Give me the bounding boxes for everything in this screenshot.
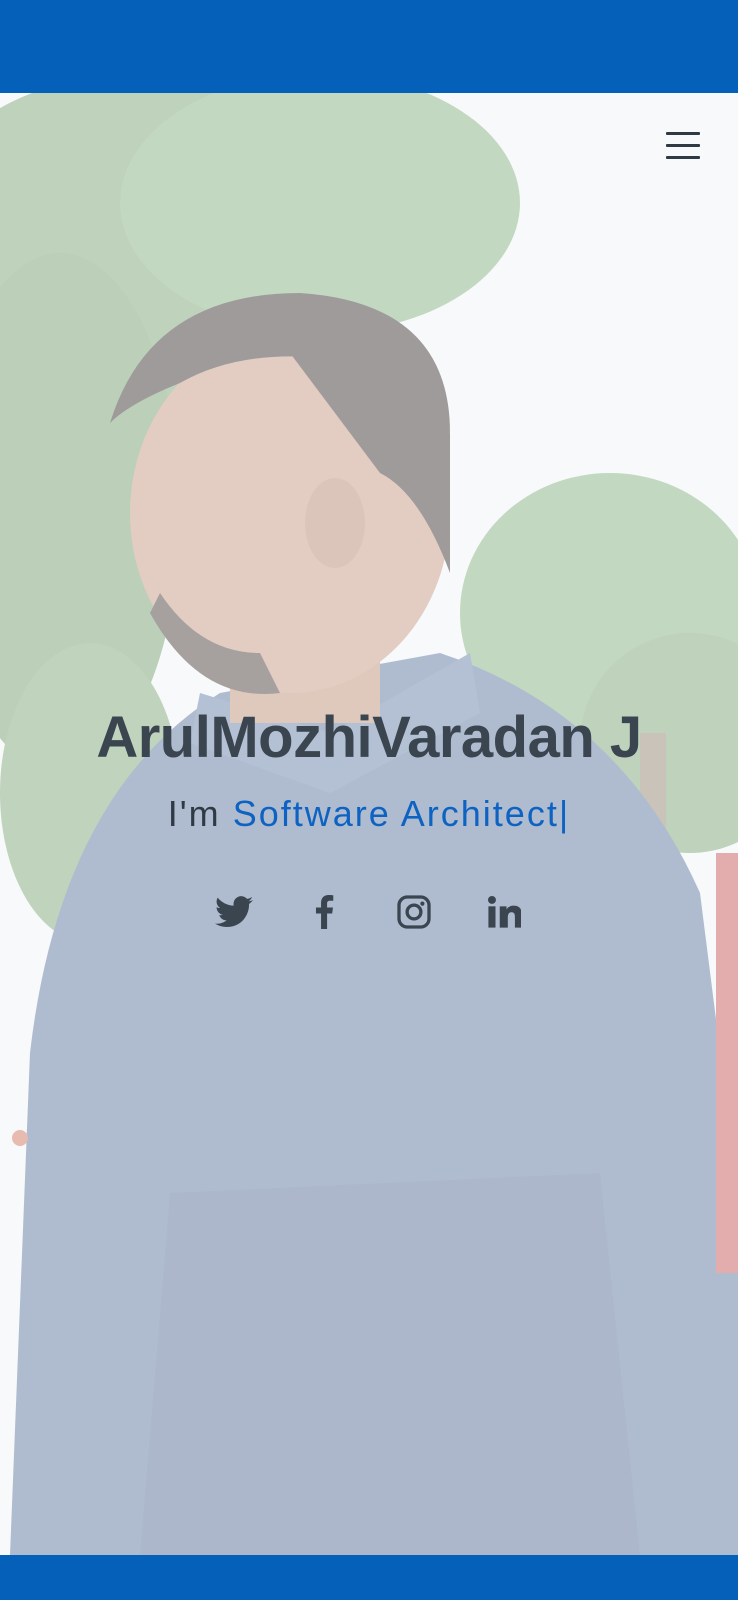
hero-name: ArulMozhiVaradan J [96,705,642,770]
twitter-link[interactable] [212,890,256,934]
typing-cursor: | [558,793,571,834]
linkedin-icon [487,895,521,928]
instagram-link[interactable] [392,890,436,934]
hero-subtitle: I'm Software Architect| [0,792,738,836]
hamburger-menu-icon [666,132,700,135]
status-bar [0,0,738,93]
menu-button[interactable] [662,128,702,164]
navigation-bar [0,1555,738,1600]
instagram-icon [397,895,431,929]
hero-text-block: ArulMozhiVaradan J I'm Software Architec… [0,700,738,836]
subtitle-prefix: I'm [167,793,221,834]
linkedin-link[interactable] [482,890,526,934]
twitter-icon [215,896,253,928]
social-links [0,890,738,934]
facebook-icon [315,895,334,929]
facebook-link[interactable] [302,890,346,934]
subtitle-role: Software Architect [232,793,559,834]
